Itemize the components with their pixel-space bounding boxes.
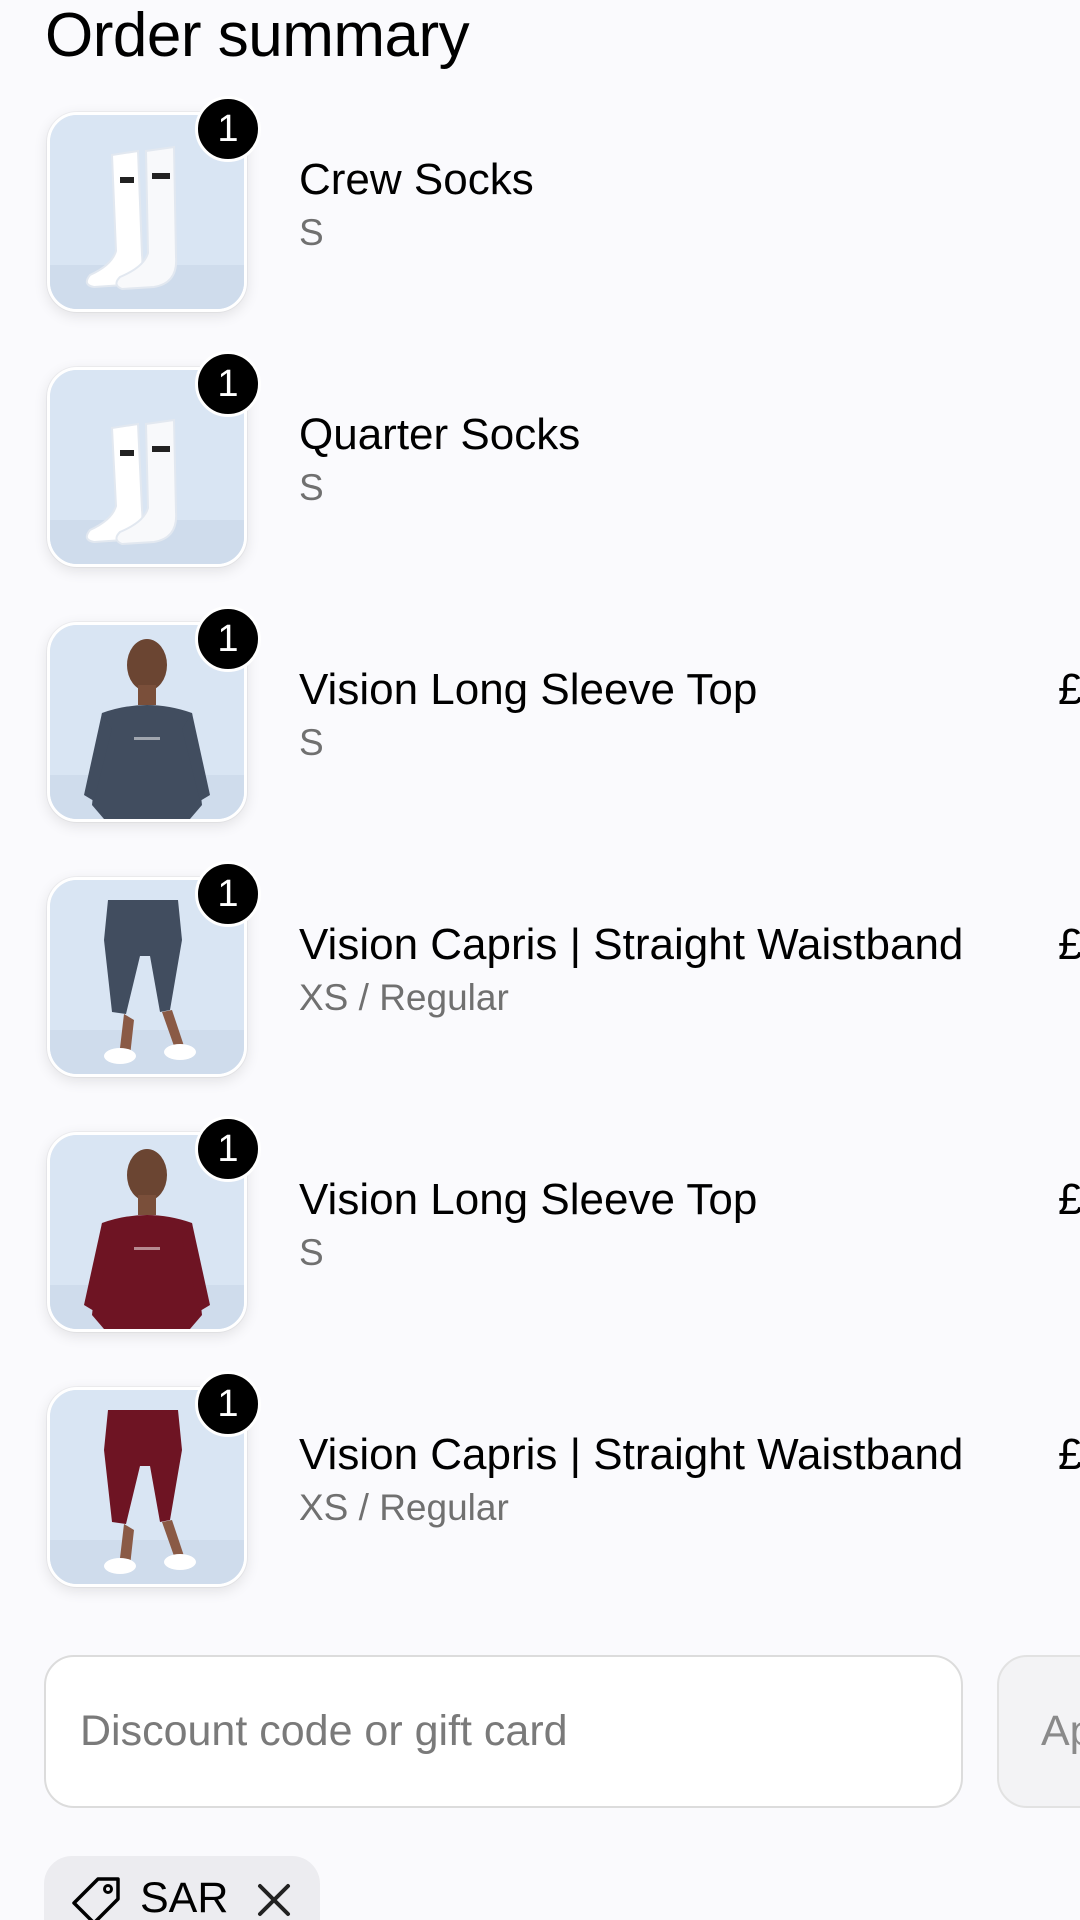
product-name: Vision Capris | Straight Waistband xyxy=(299,920,964,969)
product-price: £ xyxy=(1058,665,1080,714)
product-name: Quarter Socks xyxy=(299,410,581,459)
order-item: 1 Quarter Socks S xyxy=(0,255,1080,567)
close-icon[interactable] xyxy=(250,1876,298,1920)
product-price: £ xyxy=(1058,1175,1080,1224)
product-variant: S xyxy=(299,722,324,763)
order-item: 1 Vision Long Sleeve Top S £ xyxy=(0,510,1080,822)
product-name: Vision Capris | Straight Waistband xyxy=(299,1430,964,1479)
product-name: Vision Long Sleeve Top xyxy=(299,1175,758,1224)
order-item: 1 Vision Capris | Straight Waistband XS / … xyxy=(0,765,1080,1077)
product-name: Crew Socks xyxy=(299,155,534,204)
quantity-badge: 1 xyxy=(195,861,261,927)
order-item: 1 Vision Capris | Straight Waistband XS / … xyxy=(0,1275,1080,1587)
order-summary-page: Order summary 1 Crew Socks S 1 Quarter Socks… xyxy=(0,0,1080,1920)
order-item: 1 Vision Long Sleeve Top S £ xyxy=(0,1020,1080,1332)
product-variant: XS / Regular xyxy=(299,1487,509,1528)
order-item: 1 Crew Socks S xyxy=(0,0,1080,312)
discount-code-input[interactable] xyxy=(44,1655,963,1808)
tag-icon xyxy=(72,1877,120,1920)
quantity-badge: 1 xyxy=(195,606,261,672)
quantity-badge: 1 xyxy=(195,1116,261,1182)
quantity-badge: 1 xyxy=(195,96,261,162)
apply-discount-button[interactable]: Apply xyxy=(997,1655,1080,1808)
quantity-badge: 1 xyxy=(195,351,261,417)
product-variant: S xyxy=(299,467,324,508)
product-price: £ xyxy=(1058,920,1080,969)
product-variant: S xyxy=(299,212,324,253)
product-thumbnail-wrapper: 1 xyxy=(47,1371,261,1587)
product-name: Vision Long Sleeve Top xyxy=(299,665,758,714)
quantity-badge: 1 xyxy=(195,1371,261,1437)
applied-discount-code: SAR xyxy=(140,1874,229,1920)
product-variant: S xyxy=(299,1232,324,1273)
product-variant: XS / Regular xyxy=(299,977,509,1018)
product-price: £ xyxy=(1058,1430,1080,1479)
applied-discount-chip: SAR xyxy=(44,1856,320,1920)
